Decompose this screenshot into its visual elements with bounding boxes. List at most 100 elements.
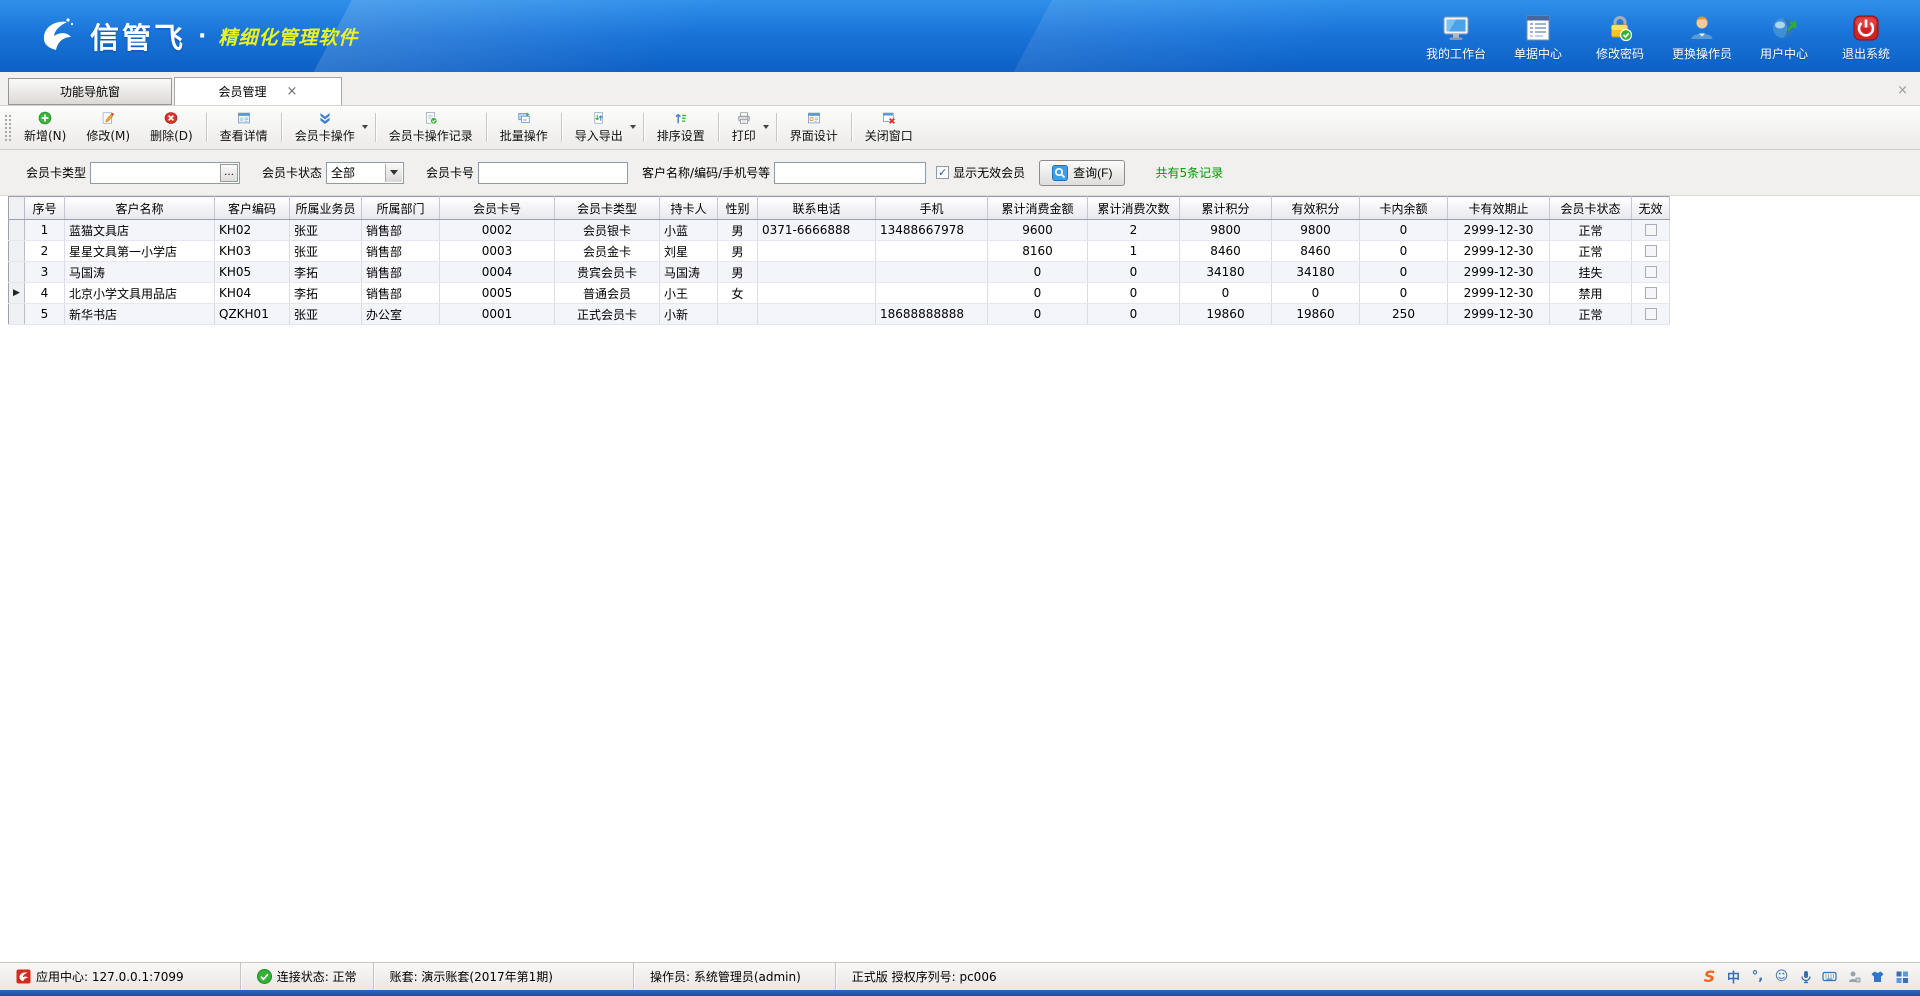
cell-salesperson: 李拓 [290,262,362,283]
nav-label: 用户中心 [1760,45,1808,62]
import-export-button[interactable]: 导入导出 [565,108,640,147]
dropdown-arrow-icon[interactable] [630,125,636,129]
dropdown-arrow-icon[interactable] [763,125,769,129]
ime-chinese-mode-icon[interactable]: 中 [1725,968,1742,985]
show-invalid-checkbox[interactable]: ✓ [936,166,949,179]
chevron-down-icon [390,170,398,175]
table-row[interactable]: ▶ 4 北京小学文具用品店 KH04 李拓 销售部 0005 普通会员 小王 女… [9,283,1670,304]
status-bottom-strip [0,990,1920,996]
select-button[interactable] [385,164,402,182]
sogou-logo-icon[interactable]: S [1701,968,1718,985]
column-header[interactable]: 持卡人 [660,197,718,220]
view-details-button[interactable]: 查看详情 [210,108,278,147]
nav-user-center[interactable]: 用户中心 [1748,11,1820,62]
table-row[interactable]: 3 马国涛 KH05 李拓 销售部 0004 贵宾会员卡 马国涛 男 0 0 3… [9,262,1670,283]
column-header[interactable]: 所属部门 [362,197,440,220]
column-header[interactable]: 累计消费次数 [1088,197,1180,220]
search-icon [1052,165,1068,181]
column-header[interactable]: 会员卡类型 [555,197,660,220]
print-button[interactable]: 打印 [722,108,773,147]
tab-member-management[interactable]: 会员管理 × [174,77,342,105]
card-status-select[interactable]: 全部 [326,162,404,184]
cell-seq: 5 [25,304,65,325]
table-row[interactable]: 5 新华书店 QZKH01 张亚 办公室 0001 正式会员卡 小新 18688… [9,304,1670,325]
column-header[interactable]: 有效积分 [1272,197,1360,220]
cell-mobile: 18688888888 [876,304,988,325]
nav-switch-operator[interactable]: 更换操作员 [1666,11,1738,62]
cell-customer-code: QZKH01 [215,304,290,325]
query-button[interactable]: 查询(F) [1039,160,1125,186]
delete-button[interactable]: 删除(D) [140,108,203,147]
column-header[interactable]: 手机 [876,197,988,220]
column-header[interactable]: 卡内余额 [1360,197,1448,220]
ime-toolbox-icon[interactable] [1893,968,1910,985]
cell-department: 销售部 [362,283,440,304]
batch-operations-button[interactable]: 批量操作 [490,108,558,147]
cell-expiry: 2999-12-30 [1448,304,1550,325]
cell-expiry: 2999-12-30 [1448,241,1550,262]
invalid-checkbox[interactable] [1645,224,1657,236]
table-row[interactable]: 2 星星文具第一小学店 KH03 张亚 销售部 0003 会员金卡 刘星 男 8… [9,241,1670,262]
ime-keyboard-icon[interactable] [1821,968,1838,985]
cell-valid-points: 34180 [1272,262,1360,283]
table-row[interactable]: 1 蓝猫文具店 KH02 张亚 销售部 0002 会员银卡 小蓝 男 0371-… [9,220,1670,241]
nav-document-center[interactable]: 单据中心 [1502,11,1574,62]
app-window: 信管飞 · 精细化管理软件 我的工作台 [0,0,1920,996]
nav-my-workbench[interactable]: 我的工作台 [1420,11,1492,62]
ime-mic-icon[interactable] [1797,968,1814,985]
card-record-button[interactable]: 会员卡操作记录 [379,108,483,147]
sort-settings-icon [671,111,691,125]
tab-close-icon[interactable]: × [287,85,298,98]
ime-emoji-icon[interactable]: ☺ [1773,968,1790,985]
column-header[interactable]: 无效 [1632,197,1670,220]
column-header[interactable]: 累计积分 [1180,197,1272,220]
card-no-input[interactable] [478,162,628,184]
column-header[interactable]: 客户名称 [65,197,215,220]
tabstrip-close-icon[interactable]: × [1897,83,1908,98]
batch-operations-icon [514,111,534,125]
invalid-checkbox[interactable] [1645,245,1657,257]
column-header[interactable]: 性别 [718,197,758,220]
cell-salesperson: 张亚 [290,220,362,241]
connection-ok-icon [257,969,272,984]
ime-skin-icon[interactable] [1869,968,1886,985]
cell-status: 正常 [1550,220,1632,241]
status-license: 正式版 授权序列号: pc006 [836,963,1013,990]
tab-function-navigation[interactable]: 功能导航窗 [8,78,172,105]
column-header[interactable]: 序号 [25,197,65,220]
cell-holder: 刘星 [660,241,718,262]
column-header[interactable]: 累计消费金额 [988,197,1088,220]
column-header[interactable]: 联系电话 [758,197,876,220]
column-header[interactable]: 客户编码 [215,197,290,220]
app-center-icon [16,969,31,984]
sort-settings-button[interactable]: 排序设置 [647,108,715,147]
column-header[interactable]: 会员卡号 [440,197,555,220]
status-connection-text: 连接状态: 正常 [277,968,357,985]
customer-input[interactable] [774,162,926,184]
cell-salesperson: 张亚 [290,241,362,262]
dropdown-arrow-icon[interactable] [362,125,368,129]
card-operations-button[interactable]: 会员卡操作 [285,108,372,147]
nav-exit-system[interactable]: 退出系统 [1830,11,1902,62]
ui-design-button[interactable]: 界面设计 [780,108,848,147]
column-header[interactable]: 所属业务员 [290,197,362,220]
show-invalid-checkbox-wrap[interactable]: ✓ 显示无效会员 [936,164,1025,181]
status-account-text: 账套: 演示账套(2017年第1期) [390,968,553,985]
column-header[interactable]: 会员卡状态 [1550,197,1632,220]
card-record-icon [421,111,441,125]
invalid-checkbox[interactable] [1645,308,1657,320]
close-window-button[interactable]: 关闭窗口 [855,108,923,147]
column-header[interactable]: 卡有效期止 [1448,197,1550,220]
nav-change-password[interactable]: 修改密码 [1584,11,1656,62]
cell-valid-points: 19860 [1272,304,1360,325]
ime-punctuation-icon[interactable]: °, [1749,968,1766,985]
toolbar-separator [281,113,282,142]
add-button[interactable]: 新增(N) [14,108,76,147]
card-type-input[interactable] [90,162,240,184]
ime-handwriting-icon[interactable] [1845,968,1862,985]
toolbar-grip[interactable] [4,114,11,141]
edit-button[interactable]: 修改(M) [76,108,140,147]
browse-dots-button[interactable]: … [220,164,238,182]
invalid-checkbox[interactable] [1645,266,1657,278]
invalid-checkbox[interactable] [1645,287,1657,299]
